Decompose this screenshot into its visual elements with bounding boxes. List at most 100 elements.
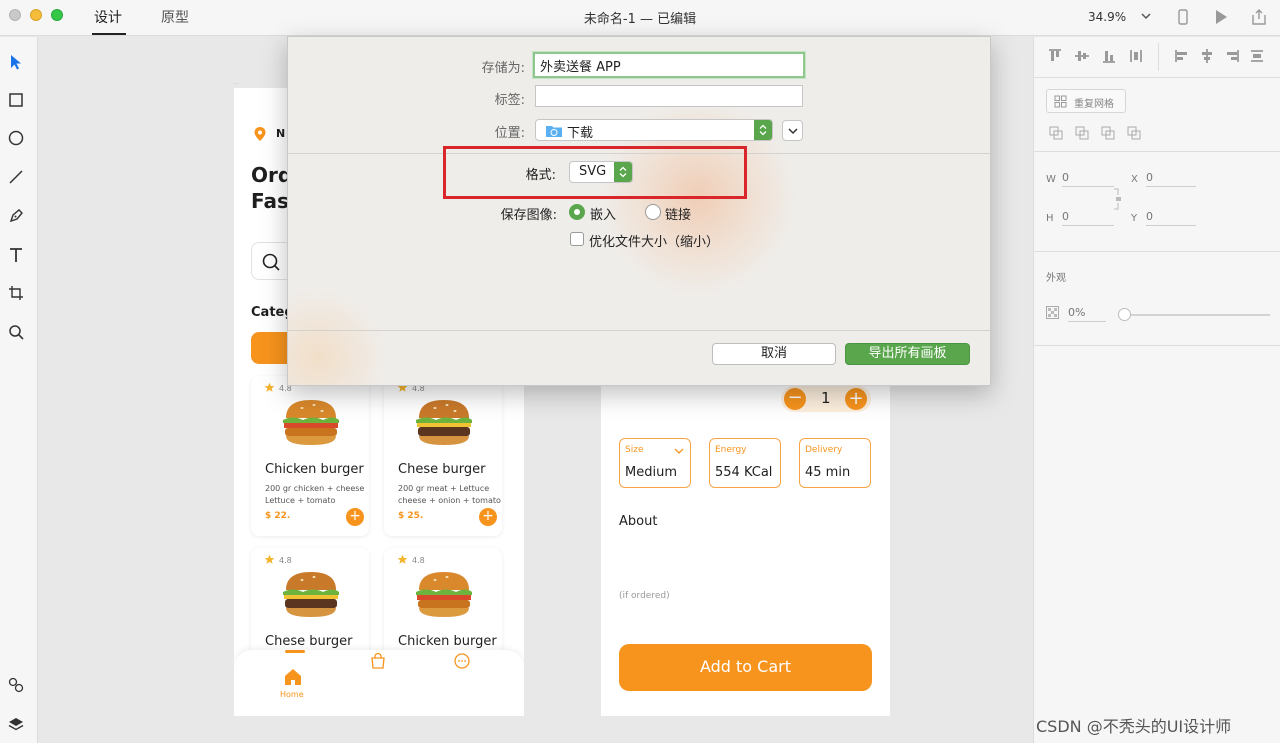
star-icon [397,554,408,564]
size-value: Medium [625,465,677,480]
product-description: cheese + onion + tomato [398,496,501,505]
chat-icon[interactable] [453,652,471,670]
product-price: $ 25. [398,511,424,521]
rectangle-tool-icon[interactable] [7,91,25,109]
cheese-burger-image [283,572,339,617]
y-input[interactable]: 0 [1146,210,1196,226]
export-all-artboards-button[interactable]: 导出所有画板 [845,343,970,365]
width-label: W [1046,174,1056,185]
tags-field[interactable] [535,85,803,107]
layers-icon[interactable] [7,715,25,733]
rating-value: 4.8 [412,556,425,565]
artboard-label: ··· [234,81,239,87]
divider [1034,251,1280,252]
product-description: Lettuce + tomato [265,496,336,505]
play-icon[interactable] [1212,8,1230,26]
boolean-add-icon[interactable] [1048,125,1064,141]
divider [1034,345,1280,346]
share-icon[interactable] [1250,8,1268,26]
location-select[interactable]: 下载 [535,119,773,141]
align-left-icon[interactable] [1174,48,1190,64]
add-to-cart-button[interactable]: Add to Cart [619,644,872,691]
repeat-grid-label: 重复网格 [1074,99,1114,110]
heading-line-1: Ord [251,163,293,187]
opacity-input[interactable]: 0% [1068,306,1106,322]
text-tool-icon[interactable] [7,246,25,264]
heading-line-2: Fas [251,189,289,213]
add-to-cart-plus-button[interactable]: + [479,508,497,526]
title-bar: 设计 原型 未命名-1 — 已编辑 34.9% [0,0,1280,36]
line-tool-icon[interactable] [7,168,25,186]
quantity-value: 1 [821,389,831,407]
device-preview-icon[interactable] [1174,8,1192,26]
width-input[interactable]: 0 [1062,171,1114,187]
energy-info: Energy 554 KCal [709,438,781,488]
opacity-slider-handle[interactable] [1118,308,1131,321]
align-right-icon[interactable] [1224,48,1240,64]
repeat-grid-icon [1054,95,1067,108]
product-name: Chicken burger [265,462,364,477]
cancel-button[interactable]: 取消 [712,343,836,365]
delivery-info: Delivery 45 min [799,438,871,488]
x-label: X [1131,174,1138,185]
expand-dialog-button[interactable] [782,120,803,141]
location-stepper[interactable] [754,120,772,140]
embed-radio[interactable] [569,204,585,220]
chevron-down-icon [674,448,684,454]
product-description: 200 gr chicken + cheese [265,484,365,493]
increase-quantity-button[interactable]: + [845,388,867,410]
background-glow [288,287,388,385]
x-input[interactable]: 0 [1146,171,1196,187]
home-icon[interactable] [283,667,303,687]
height-input[interactable]: 0 [1062,210,1114,226]
optimize-size-checkbox[interactable] [570,232,584,246]
product-name: Chese burger [265,634,353,649]
size-select[interactable]: Size Medium [619,438,691,488]
artboard-tool-icon[interactable] [7,284,25,302]
product-name: Chese burger [398,462,486,477]
export-dialog: 存储为: 外卖送餐 APP 标签: 位置: 下载 格式: SVG 保存图像: 嵌… [287,36,991,386]
divider [288,330,990,331]
repeat-grid-button[interactable]: 重复网格 [1046,89,1126,113]
product-name: Chicken burger [398,634,497,649]
rating-value: 4.8 [279,556,292,565]
align-bottom-icon[interactable] [1101,48,1117,64]
size-label: Size [625,445,644,455]
opacity-slider-track[interactable] [1122,314,1270,316]
ellipse-tool-icon[interactable] [7,129,25,147]
align-center-icon[interactable] [1199,48,1215,64]
shopping-bag-icon[interactable] [369,652,387,670]
pen-tool-icon[interactable] [7,207,25,225]
boolean-intersect-icon[interactable] [1100,125,1116,141]
boolean-subtract-icon[interactable] [1074,125,1090,141]
zoom-level[interactable]: 34.9% [1088,10,1126,24]
lock-aspect-icon[interactable] [1114,187,1122,211]
delivery-label: Delivery [805,445,843,455]
add-to-cart-plus-button[interactable]: + [346,508,364,526]
product-card[interactable]: 4.8 Chese burger 200 gr meat + Lettuce c… [384,376,502,536]
bottom-nav: Home [234,650,524,716]
assets-icon[interactable] [7,676,25,694]
zoom-tool-icon[interactable] [7,323,25,341]
search-icon [262,253,280,271]
product-card[interactable]: 4.8 Chicken burger 200 gr chicken + chee… [251,376,369,536]
save-images-label: 保存图像: [500,208,557,223]
save-as-label: 存储为: [481,61,525,76]
artboard-detail[interactable]: − 1 + Size Medium Energy 554 KCal Delive… [601,370,890,716]
select-arrow-icon[interactable] [7,53,25,71]
save-as-field[interactable]: 外卖送餐 APP [533,52,805,78]
link-radio[interactable] [645,204,661,220]
chevron-down-icon[interactable] [1140,10,1152,22]
watermark: CSDN @不秃头的UI设计师 [1036,717,1232,736]
location-value: 下载 [567,126,594,141]
decrease-quantity-button[interactable]: − [784,388,806,410]
delivery-value: 45 min [805,465,851,480]
distribute-horizontal-icon[interactable] [1249,48,1265,64]
location-pin-icon [254,127,266,141]
align-top-icon[interactable] [1047,48,1063,64]
align-middle-icon[interactable] [1074,48,1090,64]
nav-home-label[interactable]: Home [280,690,304,699]
distribute-vertical-icon[interactable] [1128,48,1144,64]
location-text: N [276,127,286,140]
boolean-exclude-icon[interactable] [1126,125,1142,141]
